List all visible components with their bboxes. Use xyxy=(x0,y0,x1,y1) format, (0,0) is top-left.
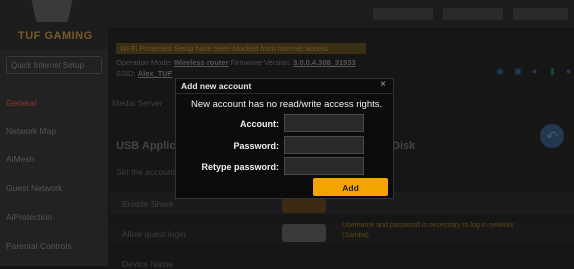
internet-status-icon[interactable]: ◉ xyxy=(496,66,504,77)
sidebar-item-aimesh[interactable]: AiMesh xyxy=(0,148,108,170)
section-title-right: Disk xyxy=(392,140,416,152)
sidebar-item-general[interactable]: General xyxy=(0,92,108,114)
device-name-label: Device Name xyxy=(122,259,174,269)
guest-login-toggle[interactable] xyxy=(282,224,326,242)
tuf-logo-icon xyxy=(30,0,74,22)
dialog-message: New account has no read/write access rig… xyxy=(191,99,383,110)
section-description: Set the account xyxy=(116,167,176,177)
reboot-button[interactable] xyxy=(443,8,503,20)
logo-text: TUF GAMING xyxy=(18,30,93,42)
sidebar-item-aiprotection[interactable]: AiProtection xyxy=(0,206,108,228)
dialog-title: Add new account xyxy=(181,81,252,91)
sidebar: TUF GAMING Quick Internet Setup General … xyxy=(0,0,108,266)
ssid-line: SSID: Alex_TUF xyxy=(116,69,172,78)
media-server-label: Media Server xyxy=(112,98,163,108)
operation-mode-link[interactable]: Wireless router xyxy=(174,58,229,67)
add-account-dialog: Add new account × New account has no rea… xyxy=(175,78,394,199)
firmware-link[interactable]: 3.0.0.4.388_31933 xyxy=(293,58,356,67)
logo: TUF GAMING xyxy=(0,0,108,50)
samba-hint: Username and password is necessary to lo… xyxy=(342,222,514,239)
app-status-icon[interactable]: ● xyxy=(532,66,537,76)
enable-share-label: Enable Share xyxy=(122,199,174,209)
add-button[interactable]: Add xyxy=(313,178,388,196)
top-bar xyxy=(108,0,574,28)
back-arrow-icon[interactable]: ↶ xyxy=(540,124,564,148)
password-label: Password: xyxy=(233,141,279,151)
usb-status-icon[interactable]: ▮ xyxy=(550,66,555,77)
notice-banner: Wi-Fi Protected Setup have been blocked … xyxy=(116,43,366,54)
password-input[interactable] xyxy=(284,136,364,154)
account-input[interactable] xyxy=(284,114,364,132)
ssid-label: SSID: xyxy=(116,69,136,78)
ssid-value[interactable]: Alex_TUF xyxy=(138,69,173,78)
operation-mode-label: Operation Mode: xyxy=(116,58,172,67)
sidebar-item-parental-controls[interactable]: Parental Controls xyxy=(0,235,108,257)
more-status-icon[interactable]: ● xyxy=(566,66,571,76)
logout-button[interactable] xyxy=(373,8,433,20)
retype-password-label: Retype password: xyxy=(201,162,279,172)
retype-password-input[interactable] xyxy=(284,157,364,175)
quick-setup-button[interactable]: Quick Internet Setup xyxy=(6,56,102,74)
close-icon[interactable]: × xyxy=(380,79,386,90)
printer-status-icon[interactable]: ▣ xyxy=(514,66,523,77)
sidebar-item-guest-network[interactable]: Guest Network xyxy=(0,177,108,199)
firmware-label: Firmware Version: xyxy=(230,58,292,67)
language-select[interactable] xyxy=(513,8,568,20)
dialog-header: Add new account × xyxy=(176,79,393,94)
account-label: Account: xyxy=(240,119,279,129)
operation-mode-line: Operation Mode: Wireless router Firmware… xyxy=(116,58,356,67)
guest-login-label: Allow guest login xyxy=(122,229,186,239)
sidebar-item-network-map[interactable]: Network Map xyxy=(0,120,108,142)
